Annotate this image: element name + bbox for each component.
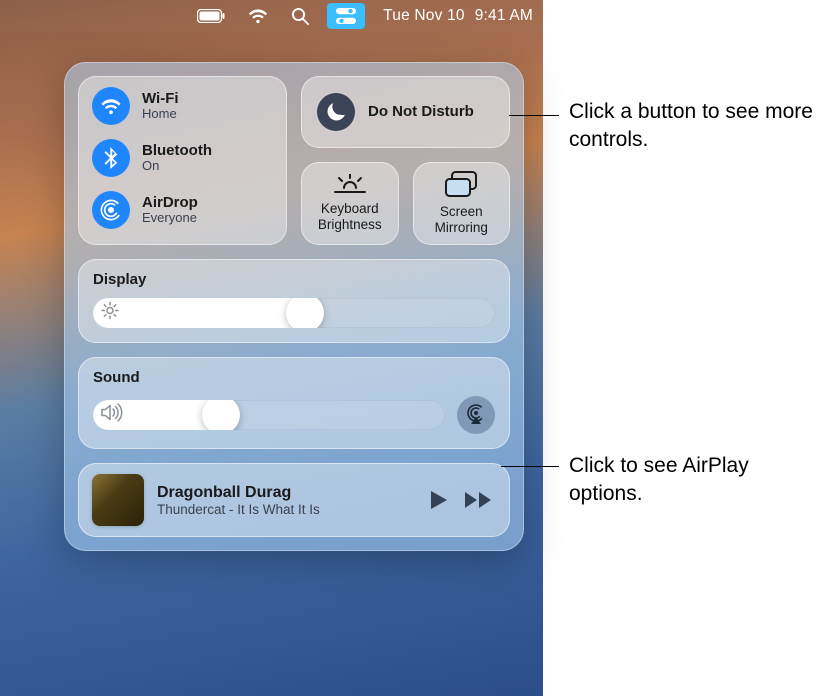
track-subtitle: Thundercat - It Is What It Is	[157, 502, 417, 517]
airdrop-title: AirDrop	[142, 194, 198, 211]
volume-icon	[101, 404, 123, 427]
dnd-title: Do Not Disturb	[368, 103, 474, 121]
sound-tile[interactable]: Sound	[78, 357, 510, 449]
wifi-icon	[92, 87, 130, 125]
screen-mirroring-tile[interactable]: Screen Mirroring	[413, 162, 511, 245]
callout-leader-line	[509, 115, 559, 116]
wifi-row[interactable]: Wi-Fi Home	[92, 87, 273, 125]
album-art	[92, 474, 144, 526]
display-label: Display	[93, 271, 495, 288]
keyboard-brightness-icon	[333, 174, 367, 194]
callout-top: Click a button to see more controls.	[569, 98, 829, 155]
menu-bar-clock[interactable]: Tue Nov 10 9:41 AM	[383, 7, 533, 25]
control-center-panel: Wi-Fi Home Bluetooth On	[64, 62, 524, 551]
airplay-icon	[465, 404, 487, 426]
screen-mirroring-icon	[444, 171, 478, 197]
wifi-status: Home	[142, 107, 179, 121]
callout-bottom: Click to see AirPlay options.	[569, 452, 809, 509]
dnd-tile[interactable]: Do Not Disturb	[301, 76, 510, 148]
moon-icon	[317, 93, 355, 131]
keyboard-brightness-label: Keyboard Brightness	[307, 201, 393, 232]
wifi-status-icon[interactable]	[247, 8, 269, 24]
control-center-menubar-icon[interactable]	[327, 3, 365, 29]
airplay-audio-button[interactable]	[457, 396, 495, 434]
wifi-title: Wi-Fi	[142, 90, 179, 107]
menu-bar: Tue Nov 10 9:41 AM	[0, 0, 543, 32]
now-playing-tile[interactable]: Dragonball Durag Thundercat - It Is What…	[78, 463, 510, 537]
airdrop-icon	[92, 191, 130, 229]
play-icon	[430, 490, 448, 510]
brightness-icon	[101, 302, 119, 325]
bluetooth-status: On	[142, 159, 212, 173]
callout-leader-line	[501, 466, 559, 467]
fast-forward-icon	[464, 491, 492, 509]
next-button[interactable]	[464, 491, 492, 509]
keyboard-brightness-tile[interactable]: Keyboard Brightness	[301, 162, 399, 245]
connectivity-tile[interactable]: Wi-Fi Home Bluetooth On	[78, 76, 287, 245]
track-title: Dragonball Durag	[157, 484, 417, 502]
battery-icon[interactable]	[197, 9, 225, 23]
menu-bar-time: 9:41 AM	[475, 7, 533, 25]
display-tile[interactable]: Display	[78, 259, 510, 343]
display-slider[interactable]	[93, 298, 495, 328]
play-button[interactable]	[430, 490, 448, 510]
sound-label: Sound	[93, 369, 495, 386]
bluetooth-icon	[92, 139, 130, 177]
airdrop-status: Everyone	[142, 211, 198, 225]
menu-bar-date: Tue Nov 10	[383, 7, 465, 25]
desktop-background: Tue Nov 10 9:41 AM Wi-Fi Home	[0, 0, 543, 696]
sound-slider[interactable]	[93, 400, 445, 430]
bluetooth-row[interactable]: Bluetooth On	[92, 139, 273, 177]
airdrop-row[interactable]: AirDrop Everyone	[92, 191, 273, 229]
screen-mirroring-label: Screen Mirroring	[419, 204, 505, 235]
bluetooth-title: Bluetooth	[142, 142, 212, 159]
spotlight-icon[interactable]	[291, 7, 309, 25]
